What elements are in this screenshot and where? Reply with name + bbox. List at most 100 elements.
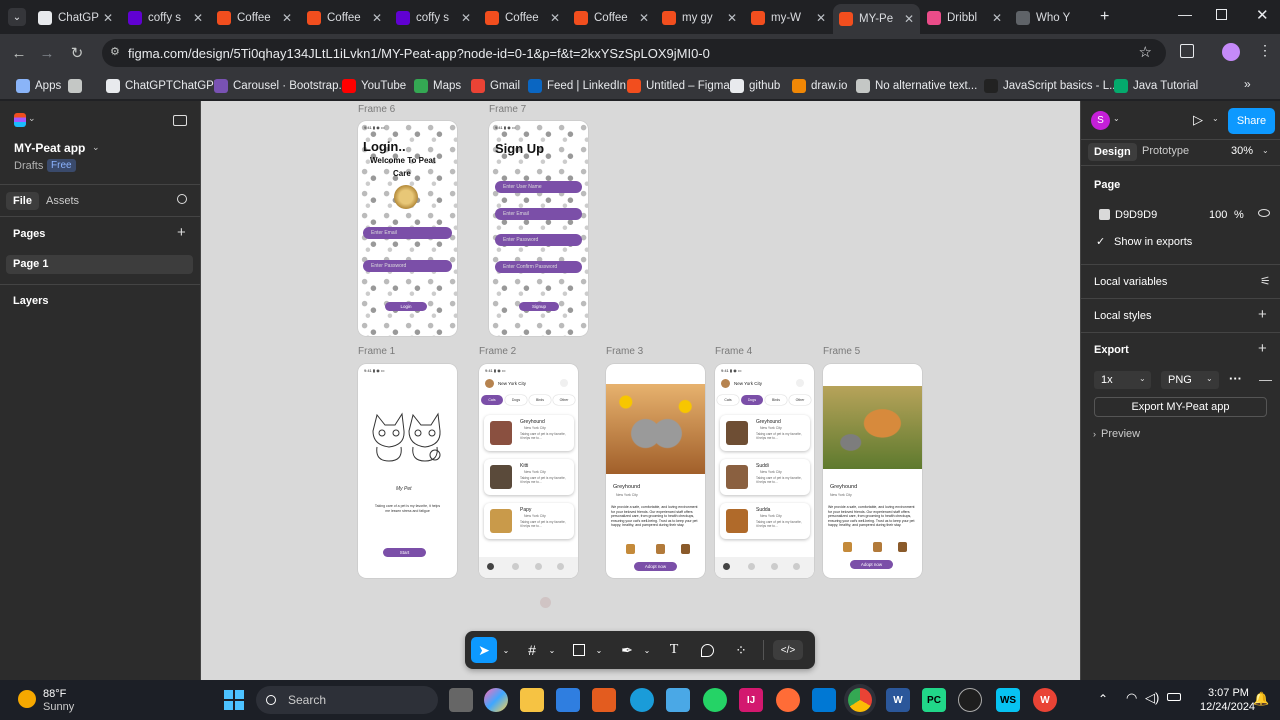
export-format-select[interactable]: PNG ⌄ [1161,371,1219,389]
bookmark-item[interactable]: No alternative text... [856,77,977,95]
password-field[interactable]: Enter Password [363,260,452,272]
zoom-chevron-icon[interactable]: ⌄ [1262,146,1269,155]
close-tab-icon[interactable]: ✕ [550,11,560,25]
page-color-swatch[interactable] [1099,209,1110,220]
zoom-level[interactable]: 30% [1231,145,1253,157]
webstorm-icon[interactable]: WS [996,688,1020,712]
thumbnail-3[interactable] [681,544,690,554]
user-avatar[interactable]: S [1091,111,1110,130]
figma-menu-chevron-icon[interactable]: ⌄ [28,113,36,124]
pet-card[interactable]: Papy New York City Taking care of pet is m… [484,503,574,539]
local-variables-label[interactable]: Local variables [1094,276,1167,288]
category-tab[interactable]: Birds [529,395,551,405]
thumbnail-3[interactable] [898,542,907,552]
email-field[interactable]: Enter Email [363,227,452,239]
comment-tool-icon[interactable] [697,640,717,660]
location-text[interactable]: New York City [734,381,762,386]
close-tab-icon[interactable]: ✕ [727,11,737,25]
clock-date[interactable]: 12/24/2024 [1200,701,1255,713]
username-field[interactable]: Enter User Name [495,181,582,193]
heart-icon[interactable] [771,563,778,570]
password-field[interactable]: Enter Password [495,234,582,246]
browser-tab[interactable]: Coffee ✕ [568,6,655,30]
pet-card[interactable]: Suddi New York City Taking care of pet is … [720,459,810,495]
new-tab-button[interactable]: + [1100,8,1109,26]
export-options-icon[interactable]: ··· [1229,371,1242,386]
text-tool-icon[interactable]: T [664,640,684,660]
frame-label[interactable]: Frame 7 [489,104,526,115]
pen-tool-icon[interactable]: ✒ [617,640,637,660]
tray-overflow-icon[interactable]: ⌃ [1098,692,1108,706]
edge-icon[interactable] [630,688,654,712]
browser-tab[interactable]: Coffee ✕ [301,6,388,30]
frame-1-onboarding[interactable]: 9:41 ▮ ◉ ▭ My Pet Taking care of a pet i… [358,364,457,578]
close-tab-icon[interactable]: ✕ [461,11,471,25]
heart-icon[interactable] [535,563,542,570]
profile-avatar[interactable] [1222,43,1240,61]
tab-prototype[interactable]: Prototype [1142,145,1189,157]
close-tab-icon[interactable]: ✕ [816,11,826,25]
avatar-chevron-icon[interactable]: ⌄ [1113,114,1120,123]
preview-toggle[interactable]: Preview [1101,428,1140,440]
variables-settings-icon[interactable]: ⚟ [1260,274,1271,288]
figma-menu-icon[interactable] [14,113,26,127]
vscode-icon[interactable] [812,688,836,712]
page-item-page-1[interactable]: Page 1 [6,255,193,274]
volume-icon[interactable]: ◁) [1145,690,1159,706]
close-tab-icon[interactable]: ✕ [904,12,914,26]
bookmarks-overflow-icon[interactable]: » [1244,77,1251,91]
preview-chevron-icon[interactable]: › [1093,429,1096,439]
copilot-icon[interactable] [484,688,508,712]
actions-tool-icon[interactable]: ⁘ [731,640,751,660]
visibility-eye-icon[interactable] [1258,209,1270,217]
browser-tab[interactable]: coffy s ✕ [122,6,209,30]
bell-icon[interactable] [796,379,804,387]
pet-card[interactable]: Kitti New York City Taking care of pet is … [484,459,574,495]
weather-condition[interactable]: Sunny [43,701,74,713]
frame-tool-icon[interactable]: # [522,640,542,660]
show-exports-checkbox[interactable]: ✓ [1096,235,1105,248]
close-tab-icon[interactable]: ✕ [282,11,292,25]
toggle-sidebar-icon[interactable] [173,115,187,126]
bookmark-item[interactable]: Gmail [471,77,520,95]
project-chevron-icon[interactable]: ⌄ [92,142,100,153]
confirm-password-field[interactable]: Enter Confirm Password [495,261,582,273]
add-page-icon[interactable]: + [177,224,186,241]
frame-label[interactable]: Frame 6 [358,104,395,115]
pet-card[interactable]: Greyhound New York City Taking care of pet… [484,415,574,451]
tab-file[interactable]: File [6,192,39,210]
weather-temp[interactable]: 88°F [43,688,66,700]
browser-tab[interactable]: my-W ✕ [745,6,832,30]
bookmark-star-icon[interactable]: ☆ [1139,43,1152,61]
task-view-icon[interactable] [449,688,473,712]
start-button[interactable]: Start [383,548,426,557]
pycharm-icon[interactable]: PC [922,688,946,712]
app-icon[interactable] [958,688,982,712]
browser-tab[interactable]: Dribbl ✕ [921,6,1008,30]
taskbar-search[interactable]: Search [256,686,438,714]
close-tab-icon[interactable]: ✕ [372,11,382,25]
bookmark-item[interactable]: Carousel · Bootstrap... [214,77,348,95]
site-info-icon[interactable]: ⚙ [110,45,120,58]
present-icon[interactable]: ▷ [1193,112,1203,128]
move-tool-icon[interactable]: ➤ [471,637,497,663]
chrome-menu-icon[interactable]: ⋮ [1258,42,1272,59]
browser-tab[interactable]: ChatGP ✕ [32,6,119,30]
adopt-now-button[interactable]: Adopt now [634,562,677,571]
bookmark-item[interactable]: JavaScript basics - L... [984,77,1119,95]
tab-design[interactable]: Design [1088,143,1137,161]
close-tab-icon[interactable]: ✕ [103,11,113,25]
reload-icon[interactable]: ↻ [66,42,88,64]
frame-label[interactable]: Frame 3 [606,346,643,357]
thumbnail-1[interactable] [626,544,635,554]
frame-3-pet-detail[interactable]: Greyhound New York City We provide a saf… [606,364,705,578]
browser-tab[interactable]: my gy ✕ [656,6,743,30]
notifications-icon[interactable]: 🔔 [1253,691,1269,707]
present-chevron-icon[interactable]: ⌄ [1212,114,1219,123]
grid-icon[interactable] [748,563,755,570]
bookmark-item[interactable]: Apps [16,77,61,95]
category-tab[interactable]: Dogs [741,395,763,405]
search-icon[interactable] [177,194,187,204]
bookmark-item[interactable]: github [730,77,780,95]
thumbnail-1[interactable] [843,542,852,552]
